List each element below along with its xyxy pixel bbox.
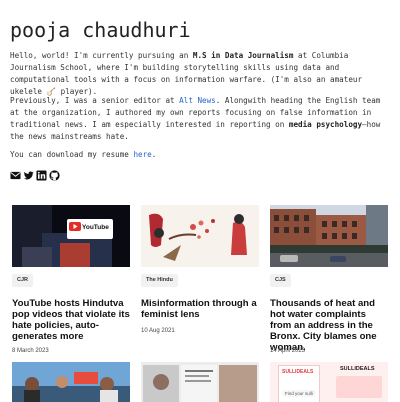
article-thumbnail-instagram[interactable] [141,362,259,402]
article-thumbnail-protest[interactable] [12,362,130,402]
source-badge: The Hindu [141,274,178,287]
page-title: pooja chaudhuri [10,18,191,42]
degree-text: M.S in Data Journalism [192,51,294,60]
media-psychology-text: media psychology [288,120,363,129]
app-brand: SULLIDEALS [282,369,314,375]
twitter-icon[interactable] [23,170,34,181]
article-date: 8 March 2023 [12,348,49,354]
resume-link[interactable]: here [133,150,151,159]
article-title[interactable]: Thousands of heat and hot water complain… [270,298,388,353]
article-thumbnail [141,205,259,267]
linkedin-icon[interactable] [36,170,47,181]
article-thumbnail-sullideals[interactable]: SULLIDEALS SULLIDEALS Find your sulli [270,362,388,402]
resume-paragraph: You can download my resume here. [10,149,392,161]
article-title[interactable]: Misinformation through a feminist lens [141,298,259,320]
resume-text: You can download my resume [10,150,134,159]
alt-news-link[interactable]: Alt News [179,96,216,105]
intro-text: Previously, I was a senior editor at [10,96,180,105]
article-title[interactable]: YouTube hosts Hindutva pop videos that v… [12,298,130,342]
source-badge: CJS [270,274,291,287]
article-date: 14 April 2023 [270,348,306,354]
youtube-logo-text: YouTube [82,224,109,231]
article-thumbnail [270,205,388,267]
github-icon[interactable] [49,170,60,181]
intro-paragraph-1: Hello, world! I'm currently pursuing an … [10,50,392,98]
article-date: 10 Aug 2021 [141,328,175,334]
intro-text: Hello, world! I'm currently pursuing an [10,51,193,60]
resume-text: . [151,150,157,159]
app-brand-heading: SULLIDEALS [340,366,375,372]
email-icon[interactable] [10,170,21,181]
social-links [10,170,60,181]
app-banner [336,376,382,398]
article-thumbnail: YouTube [12,205,130,267]
intro-paragraph-2: Previously, I was a senior editor at Alt… [10,95,392,143]
source-badge: CJR [12,274,34,287]
app-search-box: Find your sulli [282,390,316,397]
